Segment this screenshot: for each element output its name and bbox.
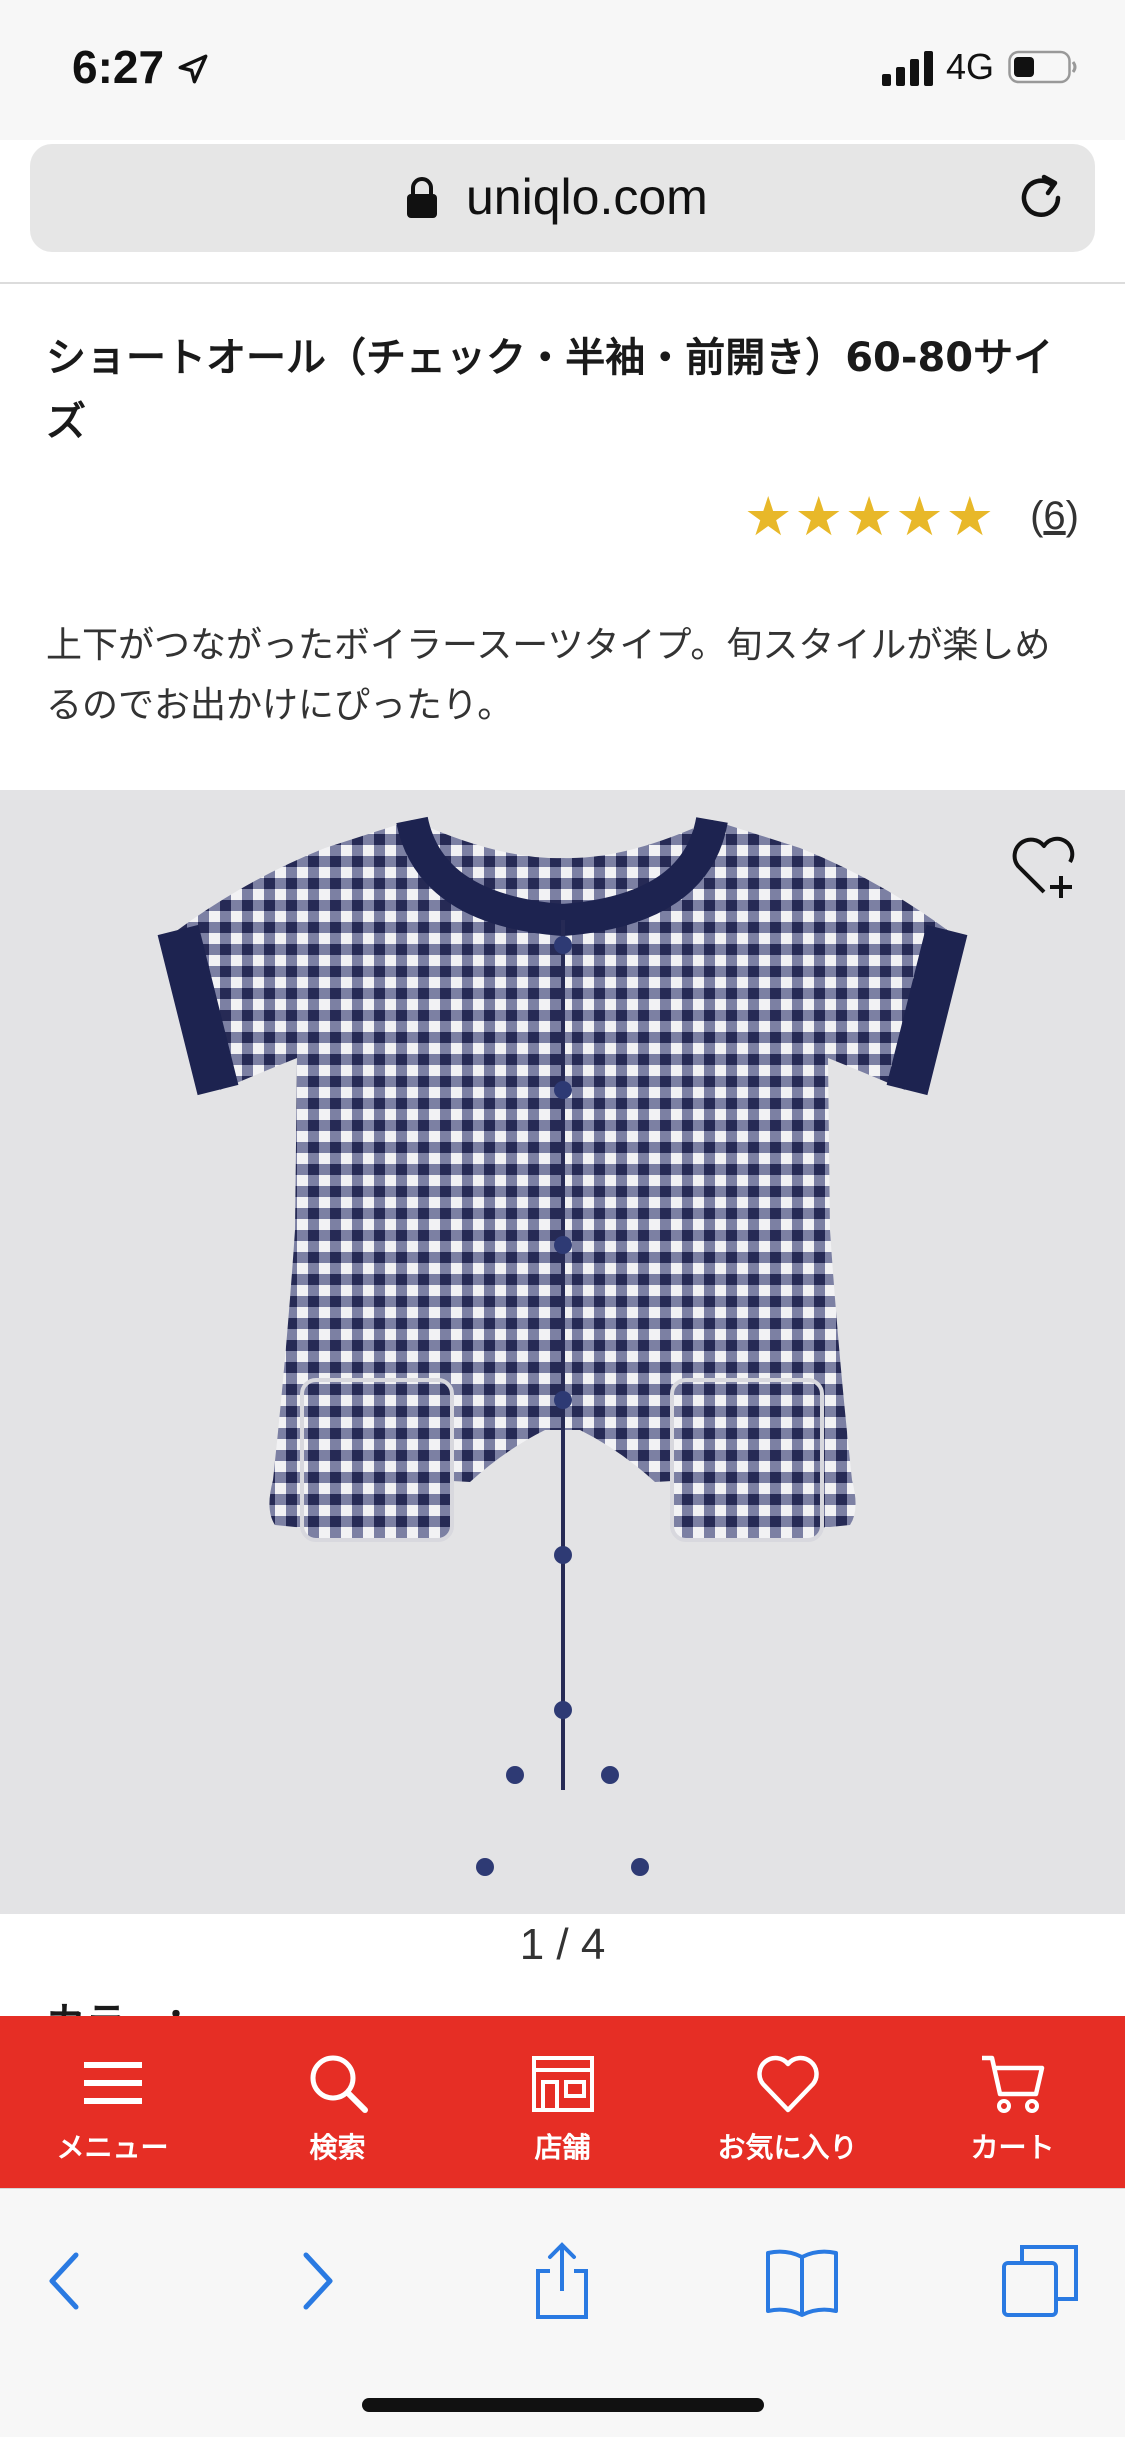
nav-cart[interactable]: カート [900, 2016, 1125, 2188]
home-indicator [362, 2398, 764, 2412]
review-count[interactable]: (6) [1030, 494, 1079, 539]
cart-icon [981, 2055, 1044, 2113]
back-icon[interactable] [26, 2241, 106, 2321]
nav-search[interactable]: 検索 [225, 2016, 450, 2188]
site-nav-bar: メニュー 検索 店舗 お気に入り カート [0, 2016, 1125, 2188]
romper-illustration [157, 816, 968, 1876]
bookmarks-icon[interactable] [762, 2241, 842, 2321]
network-type: 4G [946, 46, 995, 87]
header-divider [0, 282, 1125, 284]
url-text: uniqlo.com [466, 169, 708, 225]
location-arrow-icon [178, 54, 208, 84]
address-bar[interactable]: uniqlo.com [30, 144, 1095, 252]
nav-store-label: 店舗 [534, 2131, 591, 2164]
forward-icon[interactable] [276, 2241, 356, 2321]
tabs-icon[interactable] [1000, 2241, 1080, 2321]
share-icon[interactable] [522, 2241, 602, 2321]
cellular-signal-icon [882, 51, 933, 86]
product-image[interactable] [0, 790, 1125, 1914]
reload-icon[interactable] [1015, 172, 1067, 224]
product-title: ショートオール（チェック・半袖・前開き）60-80サイズ [46, 335, 1054, 445]
add-favorite-icon[interactable] [1009, 832, 1079, 902]
nav-favorites-label: お気に入り [717, 2131, 858, 2164]
nav-menu[interactable]: メニュー [0, 2016, 225, 2188]
status-bar: 6:27 4G [0, 0, 1125, 140]
product-rating[interactable]: ★★★★★ (6) [744, 485, 1079, 548]
search-icon [310, 2055, 368, 2113]
nav-store[interactable]: 店舗 [450, 2016, 675, 2188]
store-icon [531, 2056, 594, 2112]
product-description: 上下がつながったボイラースーツタイプ。旬スタイルが楽しめるのでお出かけにぴったり… [46, 625, 1051, 726]
nav-search-label: 検索 [309, 2131, 366, 2164]
lock-icon [407, 177, 437, 218]
heart-icon [756, 2055, 819, 2113]
image-pager: 1 / 4 [519, 1920, 606, 1969]
review-count-value[interactable]: 6 [1043, 494, 1065, 538]
menu-icon [83, 2062, 142, 2104]
nav-cart-label: カート [970, 2131, 1055, 2164]
rating-stars: ★★★★★ [744, 484, 997, 548]
battery-icon [1008, 50, 1077, 84]
status-time: 6:27 [72, 41, 165, 93]
nav-favorites[interactable]: お気に入り [675, 2016, 900, 2188]
nav-menu-label: メニュー [56, 2131, 169, 2164]
